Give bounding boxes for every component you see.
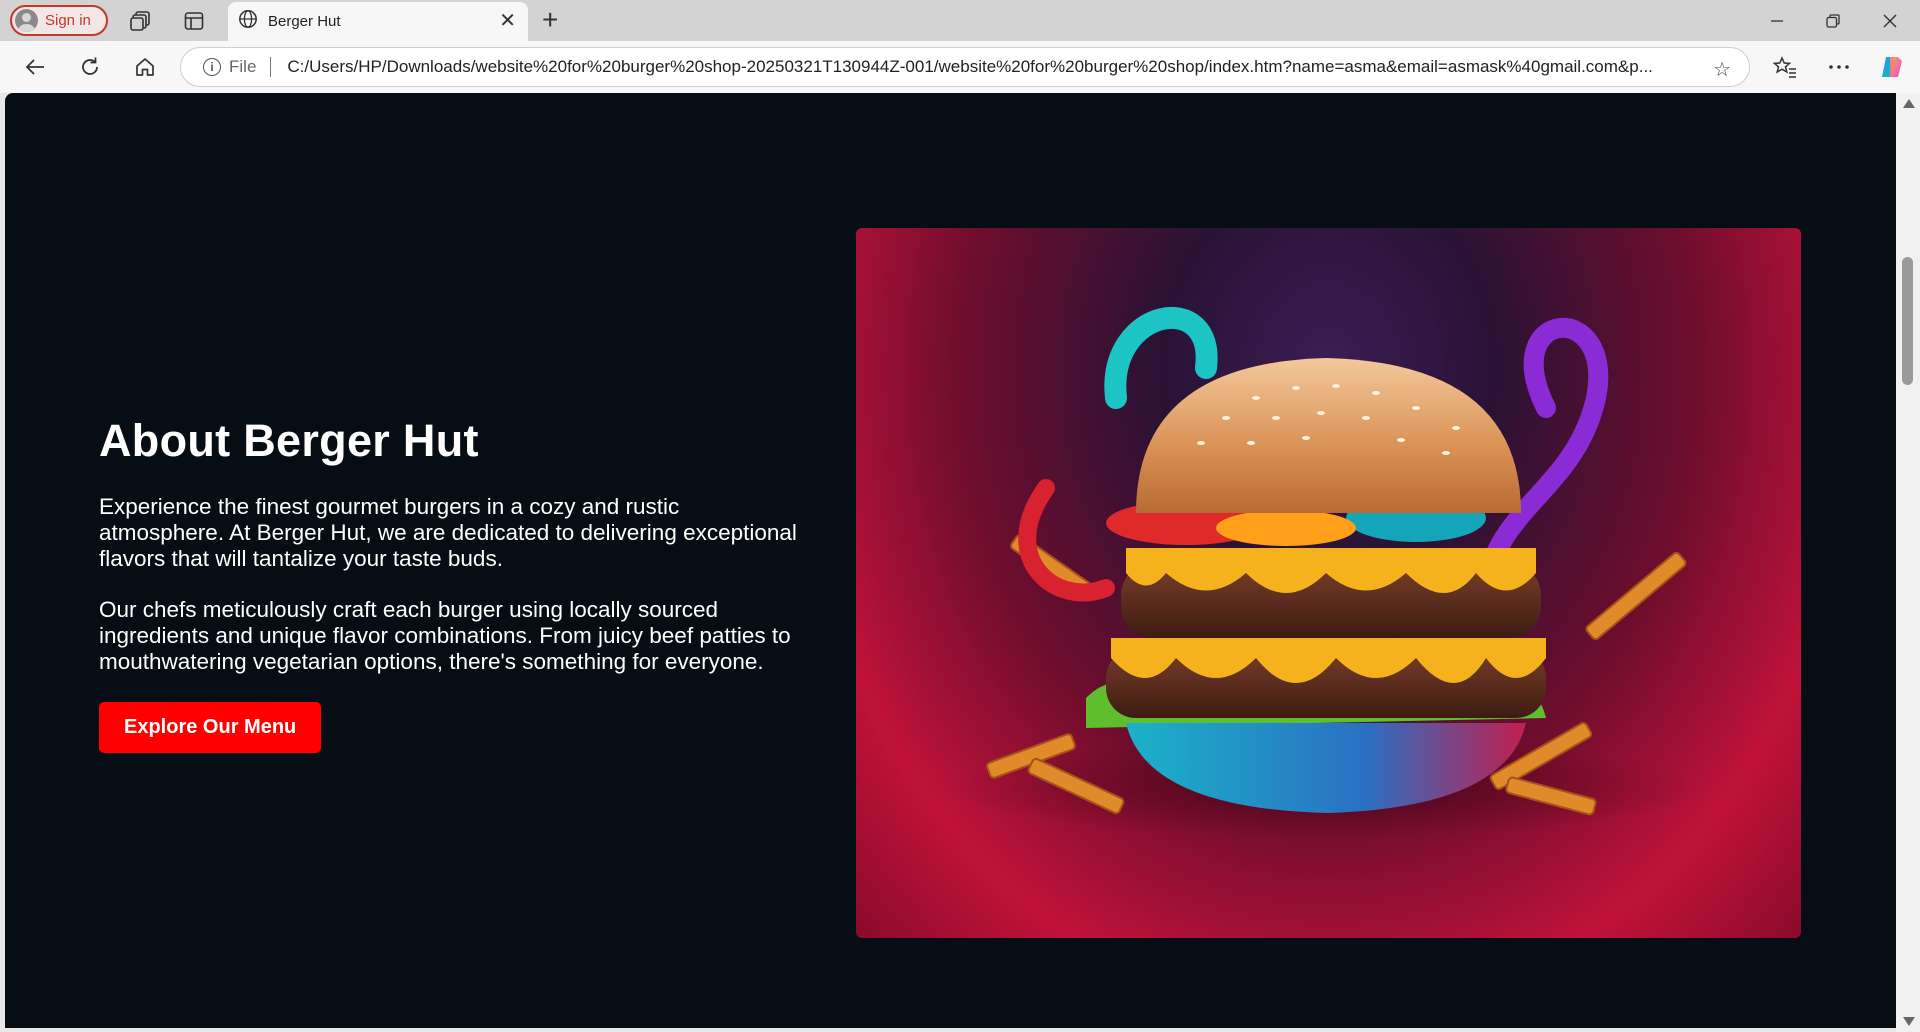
favorite-star-icon[interactable]: ☆ [1713, 57, 1731, 82]
scroll-thumb[interactable] [1902, 257, 1913, 385]
tab-berger-hut[interactable]: Berger Hut ✕ [228, 2, 528, 41]
sign-in-label: Sign in [45, 12, 91, 29]
info-icon[interactable]: i [203, 58, 221, 76]
back-arrow-icon[interactable] [22, 54, 48, 80]
explore-menu-button[interactable]: Explore Our Menu [99, 702, 322, 753]
workspaces-icon[interactable] [129, 9, 153, 33]
burger-photo [856, 228, 1801, 938]
page-viewport: About Berger Hut Experience the finest g… [5, 93, 1896, 1028]
scroll-down-arrow-icon[interactable] [1903, 1017, 1915, 1026]
vertical-tabs-icon[interactable] [182, 9, 206, 33]
home-icon[interactable] [132, 54, 158, 80]
close-window-icon[interactable] [1877, 8, 1903, 34]
tab-title: Berger Hut [268, 13, 341, 30]
tab-strip: Sign in Berger Hut ✕ + [0, 0, 1920, 41]
refresh-icon[interactable] [77, 54, 103, 80]
close-tab-icon[interactable]: ✕ [499, 11, 516, 31]
address-divider [270, 57, 272, 77]
copilot-icon[interactable] [1879, 54, 1905, 80]
about-section: About Berger Hut Experience the finest g… [99, 415, 819, 753]
sign-in-button[interactable]: Sign in [10, 5, 108, 36]
scroll-up-arrow-icon[interactable] [1903, 99, 1915, 108]
file-scheme-label: File [229, 57, 257, 76]
profile-avatar-icon [15, 9, 38, 32]
navigation-bar: i File C:/Users/HP/Downloads/website%20f… [0, 41, 1920, 93]
globe-icon [238, 9, 258, 34]
new-tab-icon[interactable]: + [542, 6, 558, 34]
url-text[interactable]: C:/Users/HP/Downloads/website%20for%20bu… [287, 57, 1707, 77]
address-bar[interactable]: i File C:/Users/HP/Downloads/website%20f… [180, 47, 1750, 87]
page-scrollbar[interactable] [1896, 93, 1920, 1032]
minimize-icon[interactable] [1764, 8, 1790, 34]
about-heading: About Berger Hut [99, 415, 479, 466]
about-paragraph-2: Our chefs meticulously craft each burger… [99, 597, 791, 674]
about-paragraph-1: Experience the finest gourmet burgers in… [99, 494, 797, 571]
favorites-icon[interactable] [1772, 54, 1798, 80]
restore-icon[interactable] [1820, 8, 1846, 34]
more-options-icon[interactable] [1826, 54, 1852, 80]
